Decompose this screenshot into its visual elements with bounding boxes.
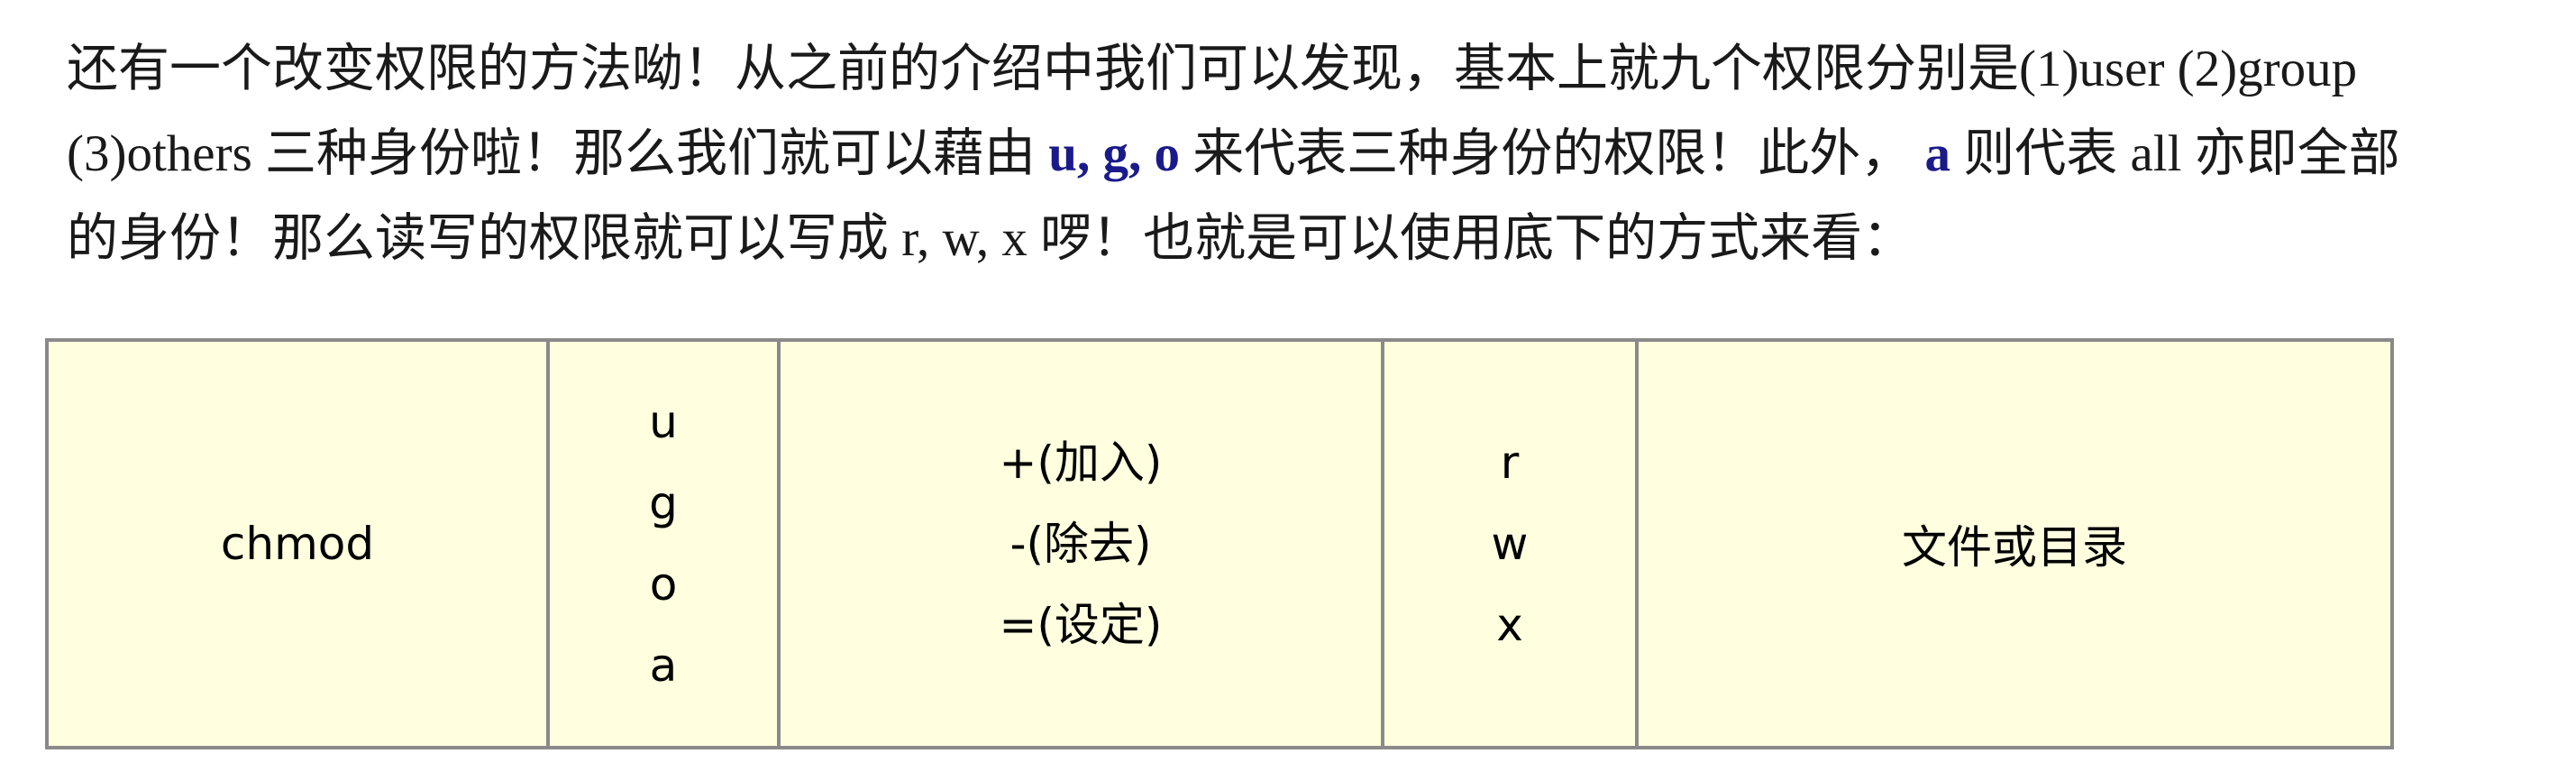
operator-list: +(加入) -(除去) =(设定) xyxy=(1000,422,1163,666)
target-text: 文件或目录 xyxy=(1902,521,2127,574)
chmod-syntax-table: chmod u g o a +(加入) -(除去) =(设定) r w x 文件… xyxy=(45,338,2394,749)
permission-w: w xyxy=(1491,518,1529,570)
identity-list: u g o a xyxy=(649,381,678,706)
operator-cell: +(加入) -(除去) =(设定) xyxy=(781,342,1384,746)
paragraph-line-2: (3)others 三种身份啦！那么我们就可以藉由 u, g, o 来代表三种身… xyxy=(67,112,2572,197)
permission-cell: r w x xyxy=(1384,342,1639,746)
command-text: chmod xyxy=(220,518,375,570)
permission-list: r w x xyxy=(1492,422,1529,666)
line2-text-middle: 来代表三种身份的权限！此外， xyxy=(1179,125,1925,182)
operator-add: +(加入) xyxy=(999,437,1163,489)
identity-o: o xyxy=(649,558,678,611)
identity-g: g xyxy=(649,477,678,529)
all-letter-emphasis: a xyxy=(1924,125,1950,182)
identity-cell: u g o a xyxy=(550,342,781,746)
identity-letters-emphasis: u, g, o xyxy=(1048,125,1180,182)
paragraph-line-3: 的身份！那么读写的权限就可以写成 r, w, x 啰！也就是可以使用底下的方式来… xyxy=(67,210,1914,267)
permission-x: x xyxy=(1496,599,1523,651)
identity-a: a xyxy=(649,639,678,692)
command-cell: chmod xyxy=(49,342,550,746)
explanation-paragraph: 还有一个改变权限的方法呦！从之前的介绍中我们可以发现，基本上就九个权限分别是(1… xyxy=(67,27,2572,281)
line2-text-start: (3)others 三种身份啦！那么我们就可以藉由 xyxy=(67,125,1049,182)
paragraph-line-1: 还有一个改变权限的方法呦！从之前的介绍中我们可以发现，基本上就九个权限分别是(1… xyxy=(67,41,2358,97)
line2-text-end: 则代表 all 亦即全部 xyxy=(1950,125,2400,182)
identity-u: u xyxy=(649,396,678,448)
operator-remove: -(除去) xyxy=(1009,518,1152,570)
permission-r: r xyxy=(1500,437,1520,489)
operator-set: =(设定) xyxy=(999,599,1163,651)
target-cell: 文件或目录 xyxy=(1639,342,2390,746)
